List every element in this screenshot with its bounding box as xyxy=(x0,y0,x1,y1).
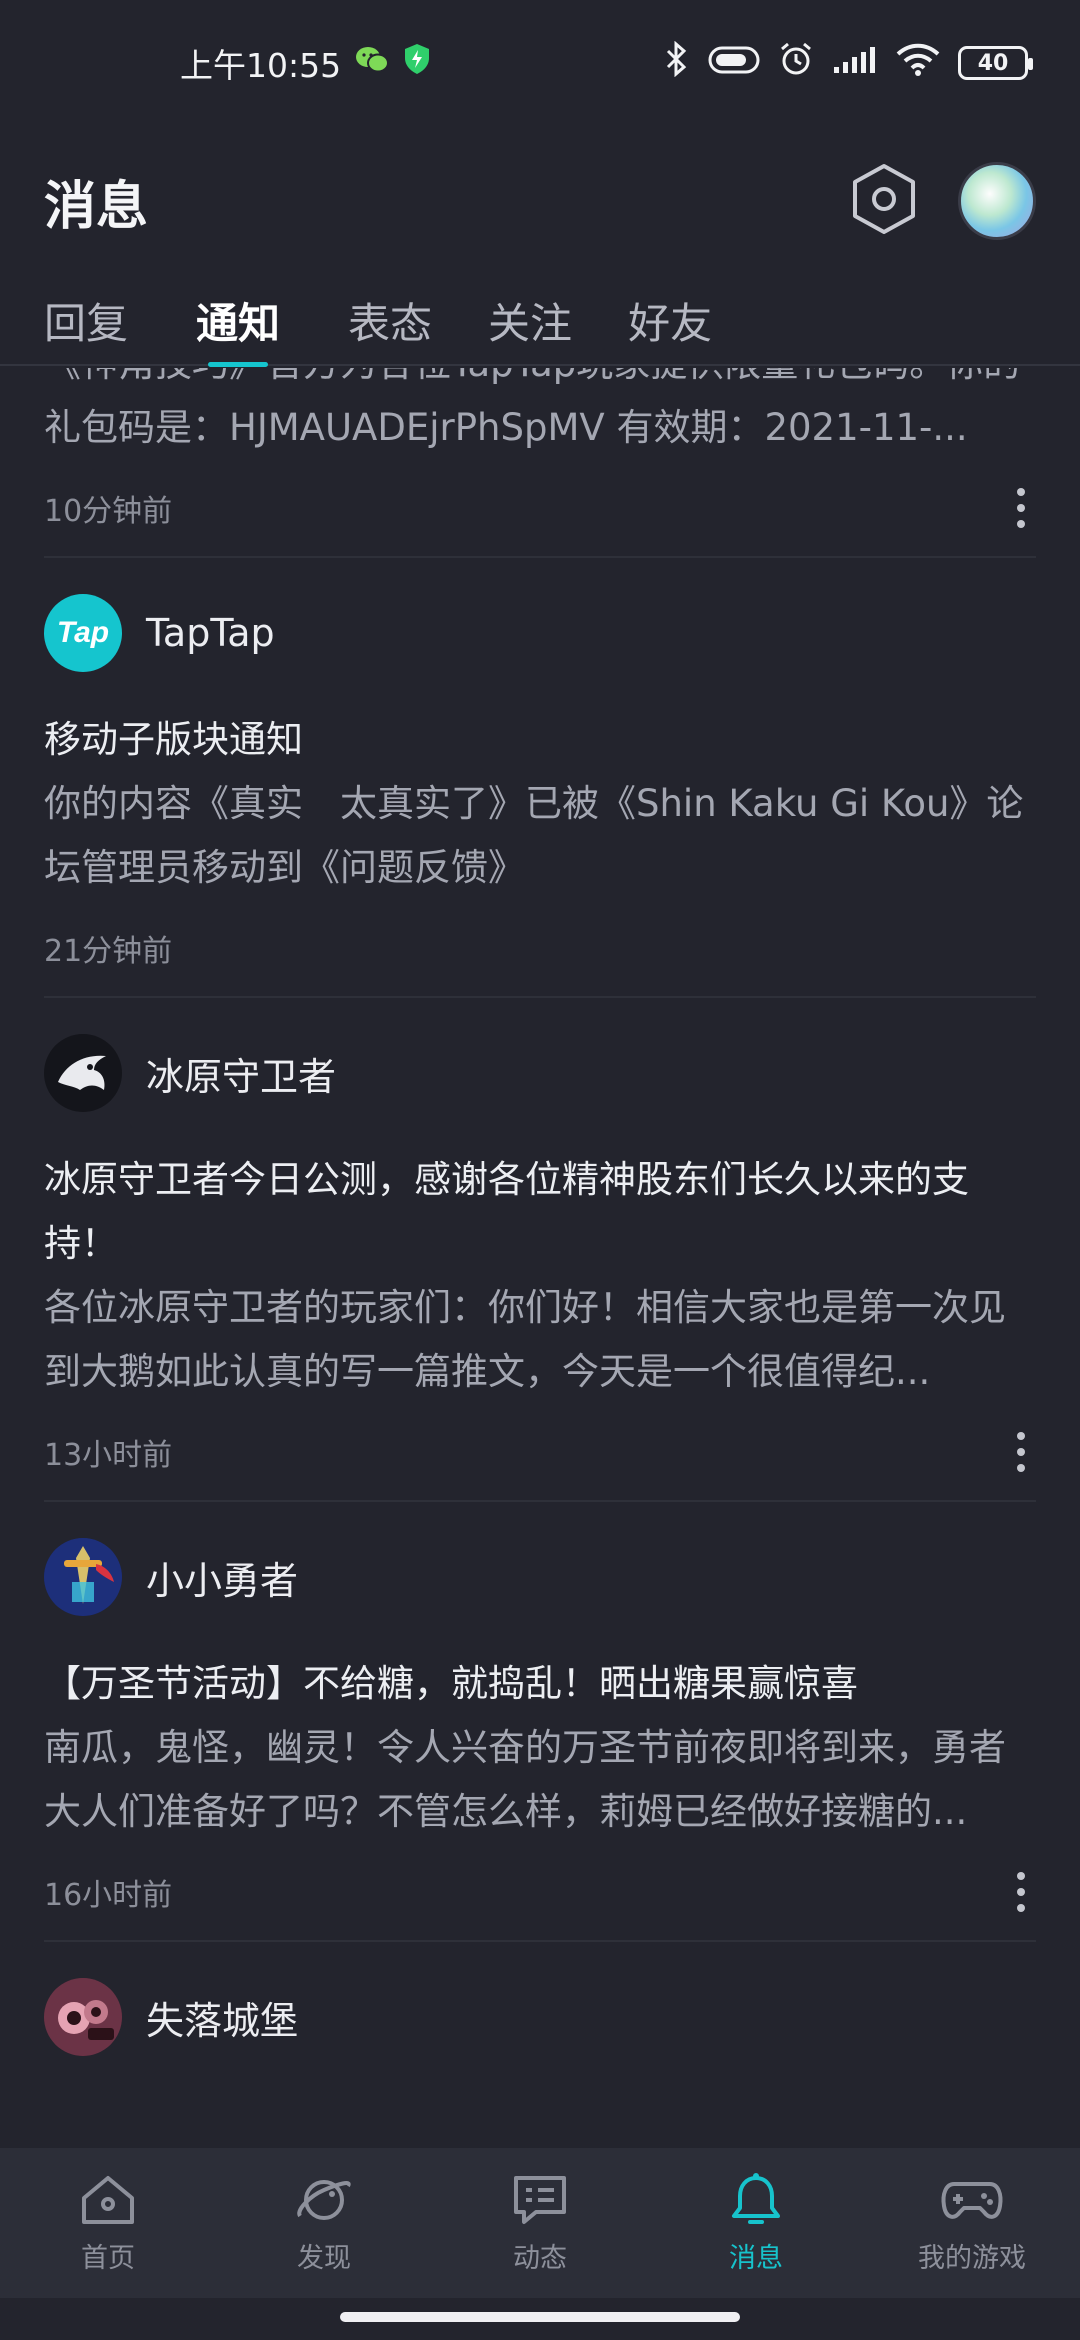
notification-card[interactable]: 失落城堡 xyxy=(0,1942,1080,2092)
bottom-navigation: 首页 发现 动态 消息 我的游戏 xyxy=(0,2148,1080,2298)
game-avatar-icon xyxy=(44,1978,122,2056)
toggle-icon xyxy=(708,44,760,83)
notification-body: 《神角技巧》官方为各位TapTap玩家提供限量礼包码。你的礼包码是：HJMAUA… xyxy=(44,368,1020,449)
nav-home[interactable]: 首页 xyxy=(8,2172,208,2275)
bluetooth-icon xyxy=(664,40,690,85)
nav-label: 动态 xyxy=(513,2242,567,2274)
notification-list: 《神角技巧》官方为各位TapTap玩家提供限量礼包码。你的礼包码是：HJMAUA… xyxy=(0,368,1080,2148)
game-avatar-icon xyxy=(44,1034,122,1112)
nav-feed[interactable]: 动态 xyxy=(440,2172,640,2275)
notification-card[interactable]: 《神角技巧》官方为各位TapTap玩家提供限量礼包码。你的礼包码是：HJMAUA… xyxy=(0,368,1080,556)
notification-title: 移动子版块通知 xyxy=(44,718,303,761)
sender-name: 失落城堡 xyxy=(146,1998,299,2043)
nav-label: 发现 xyxy=(297,2242,351,2274)
notification-body: 各位冰原守卫者的玩家们：你们好！相信大家也是第一次见到大鹅如此认真的写一篇推文，… xyxy=(44,1286,1006,1393)
more-options-icon[interactable] xyxy=(1006,488,1036,528)
chat-bubble-icon xyxy=(514,2175,566,2224)
notification-card[interactable]: 冰原守卫者 冰原守卫者今日公测，感谢各位精神股东们长久以来的支持！ 各位冰原守卫… xyxy=(0,998,1080,1500)
status-bar: 上午10:55 40 xyxy=(0,0,1080,126)
taptap-logo-icon: Tap xyxy=(44,594,122,672)
notification-card[interactable]: 小小勇者 【万圣节活动】不给糖，就捣乱！晒出糖果赢惊喜 南瓜，鬼怪，幽灵！令人兴… xyxy=(0,1502,1080,1940)
more-options-icon[interactable] xyxy=(1006,1432,1036,1472)
tab-reactions[interactable]: 表态 xyxy=(348,275,432,365)
battery-indicator: 40 xyxy=(958,46,1033,80)
nav-label: 首页 xyxy=(81,2242,135,2274)
notification-body: 你的内容《真实 太真实了》已被《Shin Kaku Gi Kou》论坛管理员移动… xyxy=(44,782,1024,889)
settings-button[interactable] xyxy=(850,163,918,239)
home-indicator[interactable] xyxy=(340,2312,740,2322)
battery-level: 40 xyxy=(977,50,1009,76)
notification-title: 冰原守卫者今日公测，感谢各位精神股东们长久以来的支持！ xyxy=(44,1158,969,1265)
notification-body: 南瓜，鬼怪，幽灵！令人兴奋的万圣节前夜即将到来，勇者大人们准备好了吗？不管怎么样… xyxy=(44,1726,1006,1833)
game-avatar-icon xyxy=(44,1538,122,1616)
wechat-icon xyxy=(355,44,390,83)
shield-icon xyxy=(403,43,431,83)
notification-card[interactable]: Tap TapTap 移动子版块通知 你的内容《真实 太真实了》已被《Shin … xyxy=(0,558,1080,996)
nav-label: 消息 xyxy=(729,2242,783,2274)
wifi-icon xyxy=(896,42,940,84)
bell-icon xyxy=(732,2172,780,2224)
sender-name: 冰原守卫者 xyxy=(146,1054,337,1099)
user-avatar[interactable] xyxy=(958,162,1036,240)
signal-icon xyxy=(832,44,878,83)
notification-time: 21分钟前 xyxy=(44,934,173,969)
tab-reply[interactable]: 回复 xyxy=(44,275,128,365)
notification-time: 13小时前 xyxy=(44,1438,173,1473)
nav-label: 我的游戏 xyxy=(918,2242,1026,2274)
nav-messages[interactable]: 消息 xyxy=(656,2172,856,2275)
notification-time: 10分钟前 xyxy=(44,494,173,529)
tab-friends[interactable]: 好友 xyxy=(628,275,712,365)
more-options-icon[interactable] xyxy=(1006,1872,1036,1912)
sender-name: 小小勇者 xyxy=(146,1558,299,1603)
notification-title: 【万圣节活动】不给糖，就捣乱！晒出糖果赢惊喜 xyxy=(44,1662,858,1705)
status-time: 上午10:55 xyxy=(180,46,342,85)
planet-icon xyxy=(297,2179,351,2220)
hexagon-settings-icon xyxy=(853,164,915,234)
sender-name: TapTap xyxy=(146,611,275,655)
page-title: 消息 xyxy=(44,176,149,237)
header: 消息 xyxy=(0,126,1080,276)
home-icon xyxy=(82,2175,134,2224)
notification-time: 16小时前 xyxy=(44,1878,173,1913)
gamepad-icon xyxy=(941,2181,1003,2219)
nav-discover[interactable]: 发现 xyxy=(224,2172,424,2275)
message-tabs: 回复 通知 表态 关注 好友 xyxy=(0,275,1080,367)
nav-my-games[interactable]: 我的游戏 xyxy=(872,2172,1072,2275)
tab-follows[interactable]: 关注 xyxy=(488,275,572,365)
tab-notifications[interactable]: 通知 xyxy=(196,275,280,367)
alarm-icon xyxy=(778,41,814,85)
